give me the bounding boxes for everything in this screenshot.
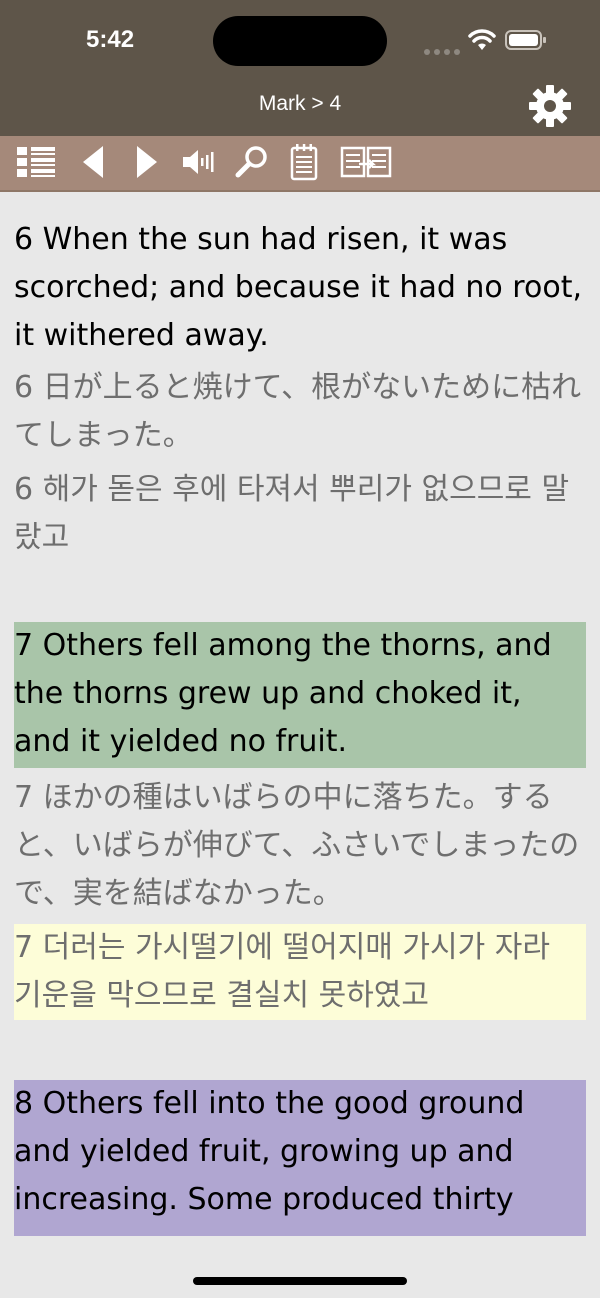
forward-arrow-icon [137, 146, 157, 178]
back-arrow-icon [83, 146, 103, 178]
wifi-icon [468, 29, 496, 50]
dynamic-island [213, 16, 387, 66]
scripture-content[interactable]: 6 When the sun had risen, it was scorche… [0, 192, 600, 1256]
search-button[interactable] [230, 142, 274, 182]
verse-8-english[interactable]: 8 Others fell into the good ground and y… [14, 1080, 586, 1236]
page-title[interactable]: Mark > 4 [0, 92, 600, 116]
search-icon [235, 146, 267, 178]
notes-button[interactable] [282, 142, 326, 182]
toolbar [0, 136, 600, 192]
compare-button[interactable] [338, 142, 394, 182]
verse-7-korean[interactable]: 7 더러는 가시떨기에 떨어지매 가시가 자라 기운을 막으므로 결실치 못하였… [14, 924, 586, 1020]
app-header: 5:42 Mark > 4 [0, 0, 600, 136]
verse-6-korean[interactable]: 6 해가 돋은 후에 타져서 뿌리가 없으므로 말랐고 [14, 466, 586, 562]
next-chapter-button[interactable] [124, 142, 168, 182]
compare-icon [340, 146, 392, 178]
notepad-icon [290, 144, 318, 181]
list-icon [17, 147, 55, 177]
list-button[interactable] [14, 142, 58, 182]
verse-6-japanese[interactable]: 6 日が上ると焼けて、根がないために枯れてしまった。 [14, 364, 586, 460]
gear-icon [529, 85, 571, 127]
verse-6-english[interactable]: 6 When the sun had risen, it was scorche… [14, 216, 586, 360]
audio-button[interactable] [176, 142, 220, 182]
settings-button[interactable] [526, 82, 574, 130]
signal-icon [424, 40, 464, 55]
status-time: 5:42 [86, 26, 135, 53]
speaker-icon [183, 150, 214, 174]
status-icons [424, 28, 549, 55]
verse-7-english[interactable]: 7 Others fell among the thorns, and the … [14, 622, 586, 768]
home-indicator[interactable] [193, 1277, 407, 1285]
verse-7-japanese[interactable]: 7 ほかの種はいばらの中に落ちた。すると、いばらが伸びて、ふさいでしまったので、… [14, 774, 586, 918]
battery-icon [505, 30, 546, 50]
previous-chapter-button[interactable] [72, 142, 116, 182]
